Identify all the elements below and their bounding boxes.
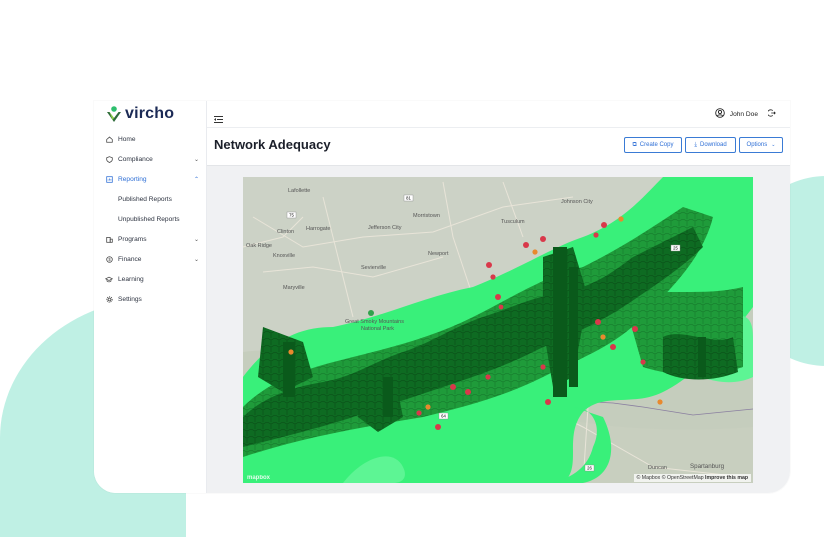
svg-text:64: 64 <box>441 414 446 419</box>
brand-logo[interactable]: vircho <box>106 105 174 123</box>
sidebar-nav: Home Compliance ⌄ Reporting ⌃ Published … <box>94 129 207 309</box>
options-label: Options <box>746 142 768 148</box>
dollar-icon: $ <box>105 255 113 263</box>
download-icon: ⤓ <box>694 141 697 148</box>
map-label: Oak Ridge <box>246 243 272 249</box>
map-canvas[interactable]: Lafollette Clinton Harrogate Oak Ridge K… <box>243 177 753 483</box>
sidebar-item-compliance[interactable]: Compliance ⌄ <box>94 149 207 169</box>
map-label: Sevierville <box>361 265 386 271</box>
download-label: Download <box>699 142 727 148</box>
coverage-map[interactable]: Lafollette Clinton Harrogate Oak Ridge K… <box>243 177 753 483</box>
sidebar-item-label: Settings <box>118 295 142 303</box>
chevron-down-icon: ⌄ <box>193 157 199 163</box>
page-header: Network Adequacy ⧉ Create Copy ⤓ Downloa… <box>207 128 790 165</box>
map-label: Duncan <box>648 465 667 471</box>
map-attribution: © Mapbox © OpenStreetMap Improve this ma… <box>633 474 751 482</box>
top-bar: John Doe <box>207 101 790 128</box>
sidebar-item-reporting[interactable]: Reporting ⌃ <box>94 169 207 189</box>
user-name: John Doe <box>729 110 758 118</box>
svg-text:$: $ <box>108 257 111 262</box>
chevron-up-icon: ⌃ <box>193 177 199 183</box>
map-label: National Park <box>361 326 394 332</box>
sidebar-item-settings[interactable]: Settings <box>94 289 207 309</box>
map-label: Newport <box>428 251 449 257</box>
map-label: Morristown <box>413 213 440 219</box>
user-avatar-icon <box>715 108 725 120</box>
map-label: Spartanburg <box>690 463 725 470</box>
sidebar-item-label: Finance <box>118 255 142 263</box>
chevron-down-icon: ⌄ <box>193 237 199 243</box>
menu-toggle-icon[interactable] <box>214 110 223 128</box>
sidebar-subitem-published-reports[interactable]: Published Reports <box>94 189 207 209</box>
sidebar-item-label: Programs <box>118 235 147 243</box>
map-label: Maryville <box>283 285 305 291</box>
improve-map-link[interactable]: Improve this map <box>705 475 748 481</box>
sidebar-item-learning[interactable]: Learning <box>94 269 207 289</box>
map-label: Great Smoky Mountains <box>345 319 404 325</box>
sidebar-item-label: Home <box>118 135 136 143</box>
gear-icon <box>105 295 113 303</box>
home-icon <box>105 135 113 143</box>
create-copy-button[interactable]: ⧉ Create Copy <box>624 137 682 153</box>
map-label: Jefferson City <box>368 225 402 231</box>
building-icon <box>105 235 113 243</box>
map-label: Lafollette <box>288 188 310 194</box>
sidebar-item-programs[interactable]: Programs ⌄ <box>94 229 207 249</box>
park-marker-icon <box>368 310 374 316</box>
sidebar-item-home[interactable]: Home <box>94 129 207 149</box>
sidebar-item-finance[interactable]: $ Finance ⌄ <box>94 249 207 269</box>
logout-icon[interactable] <box>767 109 776 119</box>
sidebar-item-label: Learning <box>118 275 144 283</box>
attribution-mapbox-link[interactable]: © Mapbox <box>637 475 661 481</box>
options-button[interactable]: Options ⌄ <box>739 137 783 153</box>
chevron-down-icon: ⌄ <box>771 142 776 148</box>
shield-icon <box>105 155 113 163</box>
report-icon <box>105 175 113 183</box>
map-label: Harrogate <box>306 226 330 232</box>
attribution-osm-link[interactable]: © OpenStreetMap <box>662 475 704 481</box>
map-label: Johnson City <box>561 199 593 205</box>
sidebar-subitem-unpublished-reports[interactable]: Unpublished Reports <box>94 209 207 229</box>
map-label: Knoxville <box>273 253 295 259</box>
map-label: Tusculum <box>501 219 525 225</box>
mapbox-logo[interactable]: mapbox <box>247 475 270 481</box>
user-menu[interactable]: John Doe <box>715 108 776 120</box>
sidebar: vircho Home Compliance ⌄ Reporting ⌃ Pub… <box>94 101 207 493</box>
copy-icon: ⧉ <box>632 141 637 148</box>
svg-text:81: 81 <box>406 196 411 201</box>
svg-text:25: 25 <box>673 246 678 251</box>
sidebar-item-label: Compliance <box>118 155 153 163</box>
app-window: vircho Home Compliance ⌄ Reporting ⌃ Pub… <box>94 101 790 493</box>
graduation-icon <box>105 275 113 283</box>
page-title: Network Adequacy <box>214 137 331 152</box>
download-button[interactable]: ⤓ Download <box>685 137 736 153</box>
sidebar-item-label: Reporting <box>118 175 147 183</box>
create-copy-label: Create Copy <box>639 142 674 148</box>
map-label: Clinton <box>277 229 294 235</box>
brand-name: vircho <box>125 105 175 122</box>
sidebar-item-label: Unpublished Reports <box>118 215 180 223</box>
svg-text:26: 26 <box>587 466 592 471</box>
sidebar-item-label: Published Reports <box>118 195 172 203</box>
vircho-logo-icon <box>107 106 121 122</box>
chevron-down-icon: ⌄ <box>193 257 199 263</box>
svg-text:75: 75 <box>289 213 294 218</box>
